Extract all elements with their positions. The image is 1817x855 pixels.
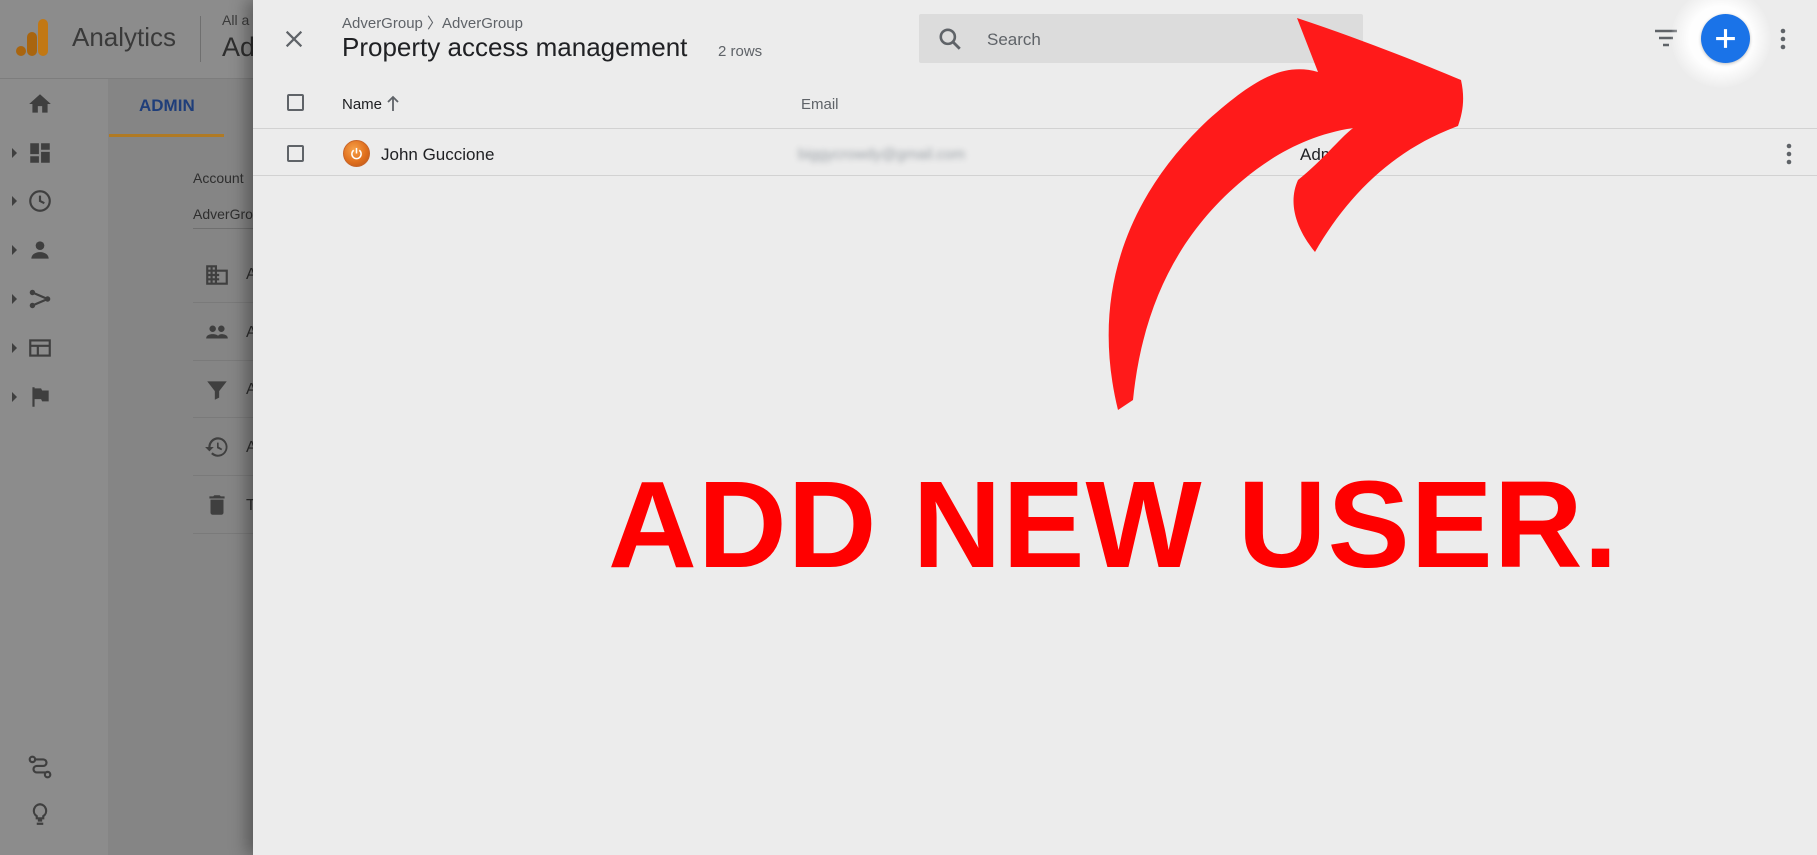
filter-icon <box>207 381 227 400</box>
divider <box>193 475 253 476</box>
divider <box>193 302 253 303</box>
expand-caret-icon[interactable] <box>12 196 17 206</box>
expand-caret-icon[interactable] <box>12 392 17 402</box>
column-header-roles[interactable]: Roles and data restri <box>1300 96 1438 113</box>
table-icon[interactable] <box>27 335 53 361</box>
user-role: Adminis <box>1300 145 1361 164</box>
divider <box>193 533 253 534</box>
lightbulb-icon[interactable] <box>27 801 53 827</box>
tab-admin[interactable]: ADMIN <box>139 96 195 116</box>
reports-icon[interactable] <box>27 140 53 166</box>
search-bar[interactable] <box>919 14 1363 63</box>
expand-caret-icon[interactable] <box>12 294 17 304</box>
expand-caret-icon[interactable] <box>12 148 17 158</box>
column-header-email[interactable]: Email <box>801 96 839 113</box>
left-nav <box>0 79 108 855</box>
user-email: biggycrowdy@gmail.com <box>798 146 965 163</box>
add-user-button[interactable] <box>1701 14 1750 63</box>
search-input[interactable] <box>985 26 1349 54</box>
building-icon <box>206 265 228 285</box>
app-name: Analytics <box>72 22 177 52</box>
property-access-panel: AdverGroup 〉AdverGroup Property access m… <box>253 0 1817 855</box>
analytics-logo-icon <box>16 19 48 56</box>
explore-icon[interactable] <box>27 286 53 312</box>
realtime-icon[interactable] <box>27 188 53 214</box>
row-checkbox[interactable] <box>287 145 304 162</box>
more-vert-icon[interactable] <box>1783 141 1795 167</box>
page-title: Property access management <box>342 32 688 62</box>
row-count: 2 rows <box>718 43 763 60</box>
tab-indicator <box>109 134 224 137</box>
avatar <box>343 140 370 167</box>
select-all-checkbox[interactable] <box>287 94 304 111</box>
divider <box>200 16 201 62</box>
power-icon <box>351 147 362 160</box>
divider <box>193 417 253 418</box>
account-breadcrumb[interactable]: All a <box>222 12 249 28</box>
sort-arrow-up-icon[interactable] <box>386 94 400 112</box>
flag-icon[interactable] <box>27 384 53 410</box>
more-vert-icon[interactable] <box>1777 26 1789 52</box>
breadcrumb[interactable]: AdverGroup 〉AdverGroup <box>342 12 523 33</box>
search-icon <box>939 28 961 50</box>
page-title: Ad <box>222 32 256 62</box>
user-name: John Guccione <box>381 145 495 164</box>
table-header <box>253 80 1817 129</box>
divider <box>193 228 253 229</box>
column-header-name[interactable]: Name <box>342 96 382 113</box>
people-icon <box>206 325 228 339</box>
divider <box>193 360 253 361</box>
home-icon[interactable] <box>27 91 53 117</box>
close-icon[interactable] <box>283 28 305 50</box>
expand-caret-icon[interactable] <box>12 343 17 353</box>
annotation-arrow <box>1108 18 1464 410</box>
account-selector[interactable]: AdverGrou <box>193 206 261 222</box>
expand-caret-icon[interactable] <box>12 245 17 255</box>
user-icon[interactable] <box>27 237 53 263</box>
account-label: Account <box>193 170 244 186</box>
trash-icon <box>209 495 225 515</box>
annotation-text: ADD NEW USER. <box>608 457 1619 594</box>
add-icon <box>1716 29 1735 48</box>
history-icon <box>205 437 228 457</box>
route-icon[interactable] <box>27 754 53 780</box>
